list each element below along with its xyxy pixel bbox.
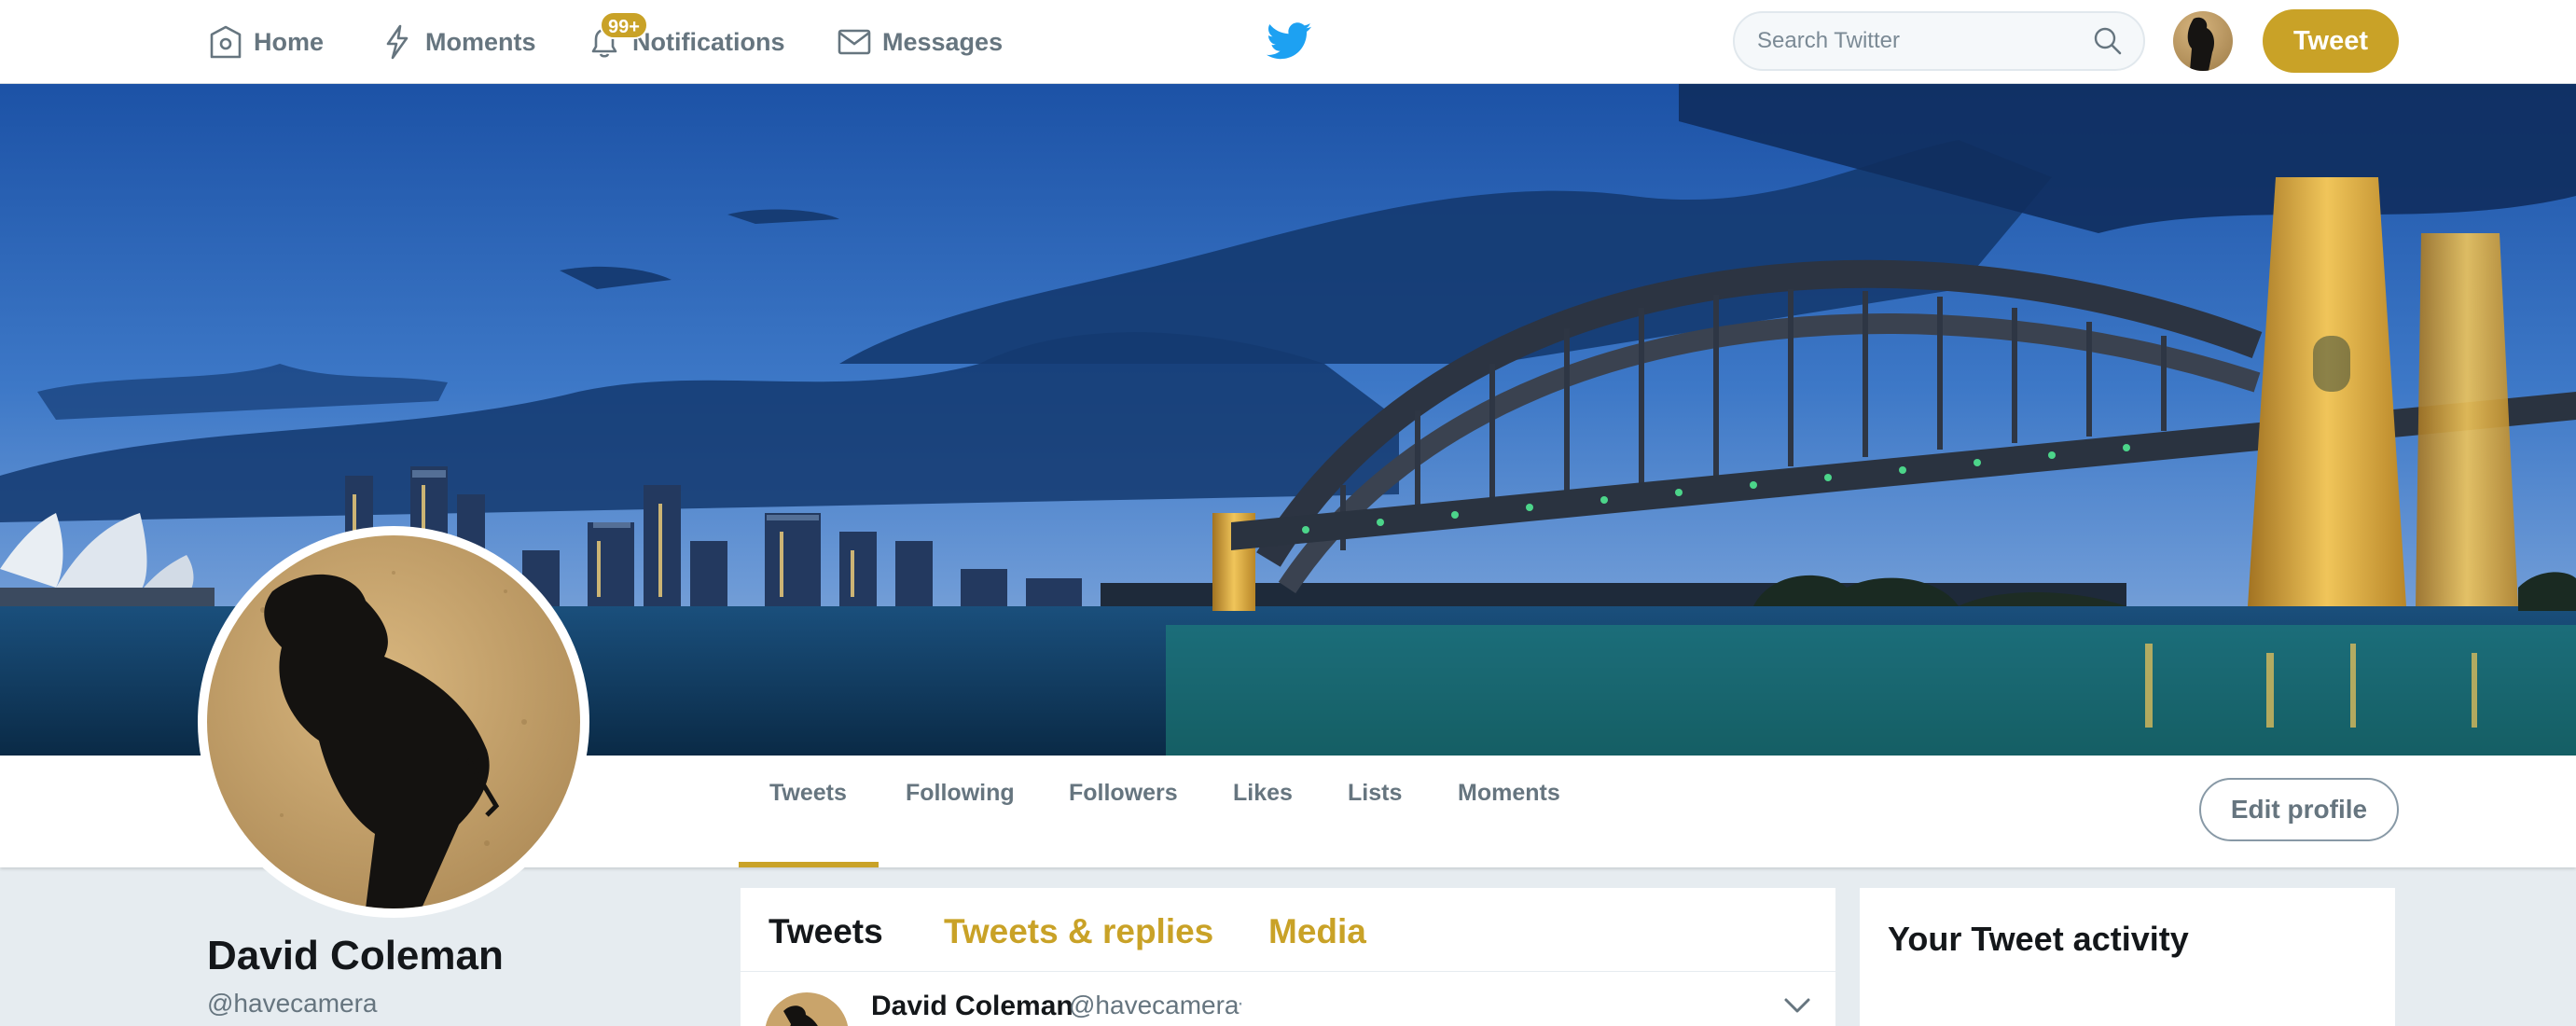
tweet-separator: · (1237, 991, 1244, 1016)
tweet-activity-title: Your Tweet activity (1888, 920, 2189, 958)
nav-home-label: Home (254, 27, 325, 56)
tweet-author-name[interactable]: David Coleman (871, 991, 1073, 1022)
active-tab-indicator (739, 862, 879, 867)
envelope-icon (838, 29, 871, 55)
timeline-tab-tweets-replies[interactable]: Tweets & replies (944, 912, 1213, 951)
nav-moments[interactable]: Moments (379, 0, 536, 84)
profile-tab-likes[interactable]: Likes (1233, 756, 1293, 867)
tweet-author-avatar[interactable] (765, 992, 849, 1026)
timeline-tab-tweets[interactable]: Tweets (769, 912, 883, 951)
tweet-item[interactable]: David Coleman @havecamera · (741, 972, 1835, 1026)
top-navigation-bar: Home Moments Notifications 99+ Messages (0, 0, 2576, 84)
search-icon[interactable] (2093, 26, 2123, 56)
notifications-count-badge: 99+ (600, 11, 648, 39)
profile-tab-following[interactable]: Following (906, 756, 1015, 867)
timeline-tab-media[interactable]: Media (1268, 912, 1366, 951)
search-input[interactable] (1757, 13, 2074, 69)
nav-messages[interactable]: Messages (836, 0, 1003, 84)
twitter-bird-icon[interactable] (1267, 21, 1311, 62)
profile-handle: @havecamera (207, 989, 378, 1018)
nav-moments-label: Moments (425, 27, 536, 56)
timeline-tabs: Tweets Tweets & replies Media (741, 888, 1835, 972)
tweet-button[interactable]: Tweet (2263, 9, 2399, 73)
account-avatar[interactable] (2173, 11, 2233, 71)
search-box (1733, 11, 2145, 71)
nav-notifications-label: Notifications (632, 27, 785, 56)
tweet-author-handle[interactable]: @havecamera (1069, 991, 1240, 1020)
nav-messages-label: Messages (882, 27, 1004, 56)
profile-name: David Coleman (207, 933, 504, 978)
nav-home[interactable]: Home (207, 0, 324, 84)
edit-profile-button[interactable]: Edit profile (2199, 778, 2399, 841)
chevron-down-icon[interactable] (1783, 996, 1811, 1015)
timeline-panel: Tweets Tweets & replies Media David Cole… (741, 888, 1835, 1026)
lightning-icon (386, 24, 409, 60)
profile-tab-tweets[interactable]: Tweets (769, 756, 847, 867)
profile-tab-moments[interactable]: Moments (1458, 756, 1560, 867)
profile-tab-lists[interactable]: Lists (1348, 756, 1402, 867)
profile-tab-followers[interactable]: Followers (1069, 756, 1178, 867)
home-icon (210, 25, 242, 59)
tweet-activity-panel: Your Tweet activity (1860, 888, 2395, 1026)
profile-avatar[interactable] (198, 526, 589, 918)
